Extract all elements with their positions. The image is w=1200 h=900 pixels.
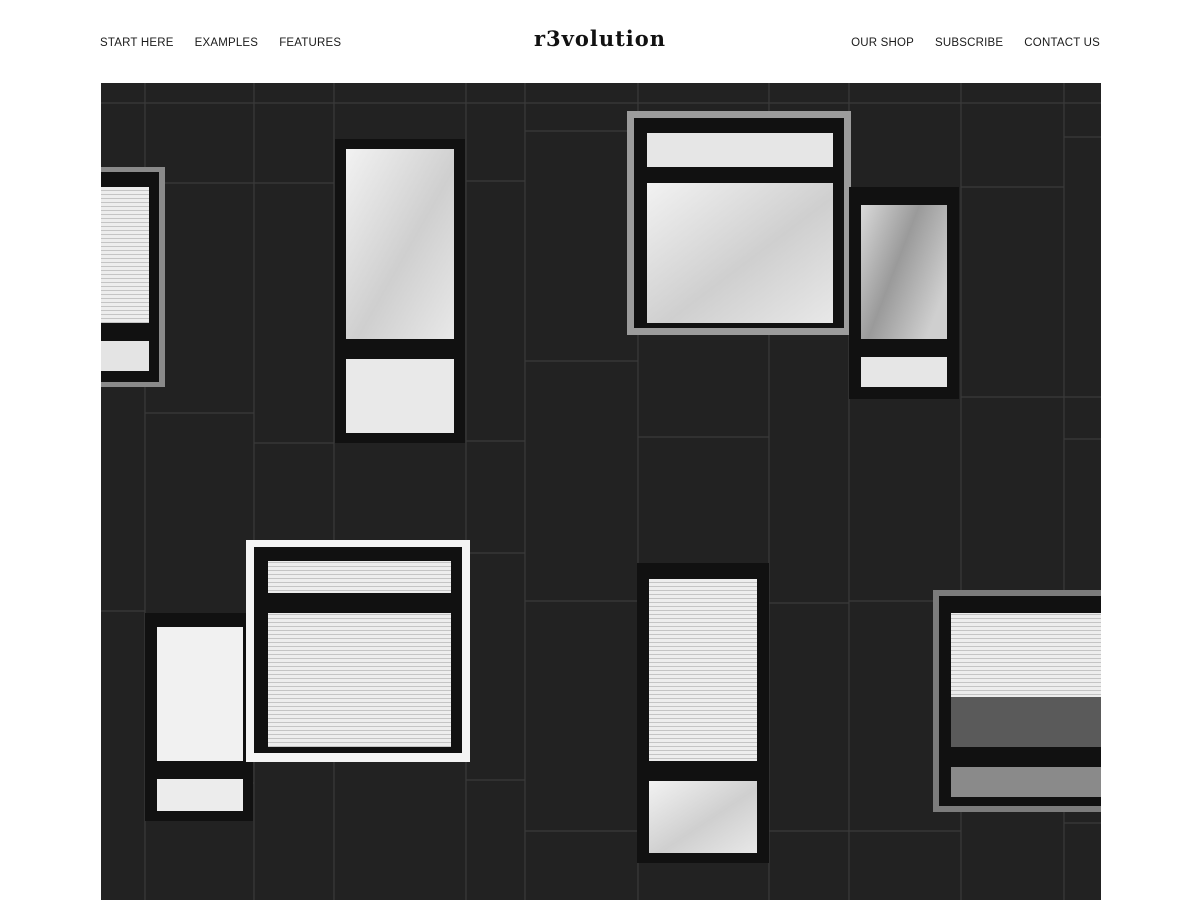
site-header: START HERE EXAMPLES FEATURES r3volution … xyxy=(0,0,1200,84)
window-lower-right xyxy=(933,590,1101,812)
nav-our-shop[interactable]: OUR SHOP xyxy=(851,36,914,50)
nav-contact-us[interactable]: CONTACT US xyxy=(1024,36,1100,50)
window-lower-center-left xyxy=(246,540,470,762)
window-lower-left xyxy=(145,613,253,821)
window-upper-right-small xyxy=(849,187,959,399)
nav-subscribe[interactable]: SUBSCRIBE xyxy=(935,36,1003,50)
window-upper-left xyxy=(335,139,465,443)
window-left-edge xyxy=(101,167,165,387)
facade-photo xyxy=(101,83,1101,900)
hero-image xyxy=(101,83,1101,900)
primary-nav-right: OUR SHOP SUBSCRIBE CONTACT US xyxy=(851,36,1100,50)
window-lower-center xyxy=(637,563,769,863)
window-upper-center xyxy=(627,111,851,335)
